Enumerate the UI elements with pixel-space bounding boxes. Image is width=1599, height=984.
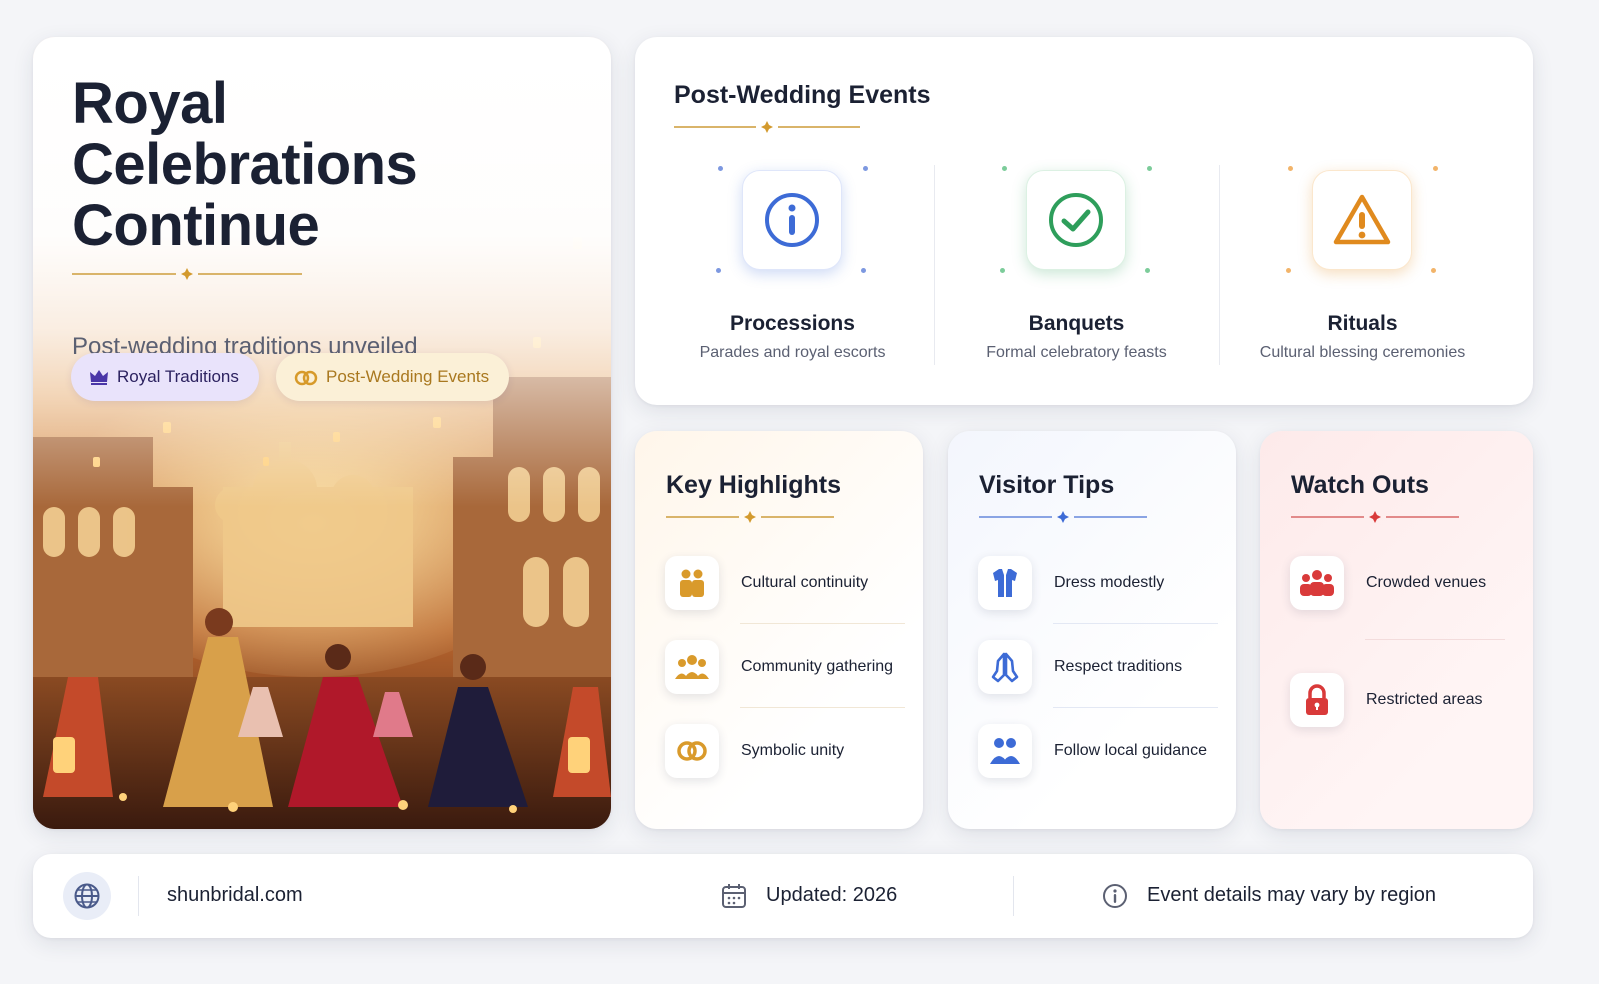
praying-hands-icon [991, 652, 1019, 683]
info-icon [765, 193, 819, 247]
highlights-divider [666, 510, 834, 524]
footer-note: Event details may vary by region [1147, 884, 1437, 906]
rings-icon [294, 370, 318, 386]
tag-label: Post-Wedding Events [326, 367, 490, 386]
item-divider [740, 707, 905, 708]
group-icon [675, 655, 709, 679]
event-desc: Cultural blessing ceremonies [1259, 344, 1466, 361]
lock-icon [1306, 684, 1328, 715]
garment-icon [993, 569, 1017, 597]
item-divider [1053, 623, 1218, 624]
diamond-ornament-icon [1369, 511, 1381, 523]
item-label: Dress modestly [1054, 574, 1165, 591]
tips-title: Visitor Tips [979, 471, 1115, 499]
title-line-2: Celebrations [72, 132, 418, 197]
item-label: Respect traditions [1054, 658, 1183, 675]
events-divider [674, 120, 860, 134]
highlights-title: Key Highlights [666, 471, 842, 499]
watch-item-crowded-venues[interactable]: Crowded venues [1290, 553, 1530, 613]
people-pair-icon [680, 569, 704, 597]
globe-icon [74, 883, 100, 909]
tips-divider [979, 510, 1147, 524]
watch-divider [1291, 510, 1459, 524]
title-divider [72, 267, 302, 281]
footer-divider [138, 876, 139, 916]
highlight-item-symbolic-unity[interactable]: Symbolic unity [665, 721, 905, 781]
footer-divider [1013, 876, 1014, 916]
title-line-1: Royal [72, 71, 228, 136]
item-label: Symbolic unity [741, 742, 845, 759]
item-label: Restricted areas [1366, 691, 1483, 708]
item-divider [1053, 707, 1218, 708]
highlight-item-community-gathering[interactable]: Community gathering [665, 637, 905, 697]
diamond-ornament-icon [1057, 511, 1069, 523]
event-processions[interactable]: Processions Parades and royal escorts [650, 157, 935, 377]
events-card: Post-Wedding Events Processions Parades … [635, 37, 1533, 405]
people-icon [990, 738, 1020, 764]
tip-item-follow-local-guidance[interactable]: Follow local guidance [978, 721, 1218, 781]
event-banquets[interactable]: Banquets Formal celebratory feasts [934, 157, 1219, 377]
rings-icon [677, 741, 707, 761]
tag-label: Royal Traditions [117, 367, 239, 386]
item-label: Crowded venues [1366, 574, 1487, 591]
event-name: Rituals [1327, 312, 1398, 335]
event-name: Banquets [1028, 312, 1125, 335]
diamond-ornament-icon [761, 121, 773, 133]
footer-updated: Updated: 2026 [766, 884, 898, 906]
footer-site-link[interactable]: shunbridal.com [167, 884, 303, 907]
item-divider [740, 623, 905, 624]
event-name: Processions [730, 312, 855, 335]
info-icon [1103, 884, 1127, 908]
event-desc: Formal celebratory feasts [986, 344, 1167, 361]
watch-outs-card: Watch Outs Crowded venues Restricted are… [1260, 431, 1533, 829]
calendar-icon [722, 884, 746, 908]
event-rituals[interactable]: Rituals Cultural blessing ceremonies [1220, 157, 1505, 377]
diamond-ornament-icon [744, 511, 756, 523]
page-title: Royal Celebrations Continue [72, 73, 492, 256]
tag-post-wedding-events[interactable]: Post-Wedding Events [276, 353, 510, 401]
title-line-3: Continue [72, 193, 320, 258]
item-label: Follow local guidance [1054, 742, 1207, 759]
tip-item-respect-traditions[interactable]: Respect traditions [978, 637, 1218, 697]
item-label: Community gathering [741, 658, 894, 675]
watch-title: Watch Outs [1291, 471, 1429, 499]
globe-badge[interactable] [63, 872, 111, 920]
hero-card: Royal Celebrations Continue Post-wedding… [33, 37, 611, 829]
item-divider [1365, 639, 1505, 640]
watch-item-restricted-areas[interactable]: Restricted areas [1290, 670, 1530, 730]
event-desc: Parades and royal escorts [699, 344, 886, 361]
tip-item-dress-modestly[interactable]: Dress modestly [978, 553, 1218, 613]
crown-icon [90, 370, 108, 385]
events-title: Post-Wedding Events [674, 81, 931, 109]
footer-bar: shunbridal.com Updated: 2026 Event detai… [33, 854, 1533, 938]
item-label: Cultural continuity [741, 574, 869, 591]
warning-icon [1333, 194, 1391, 245]
tag-royal-traditions[interactable]: Royal Traditions [71, 353, 259, 401]
check-circle-icon [1049, 193, 1103, 247]
visitor-tips-card: Visitor Tips Dress modestly Respect trad… [948, 431, 1236, 829]
highlight-item-cultural-continuity[interactable]: Cultural continuity [665, 553, 905, 613]
key-highlights-card: Key Highlights Cultural continuity Commu… [635, 431, 923, 829]
diamond-ornament-icon [181, 268, 193, 280]
crowd-icon [1300, 570, 1334, 596]
